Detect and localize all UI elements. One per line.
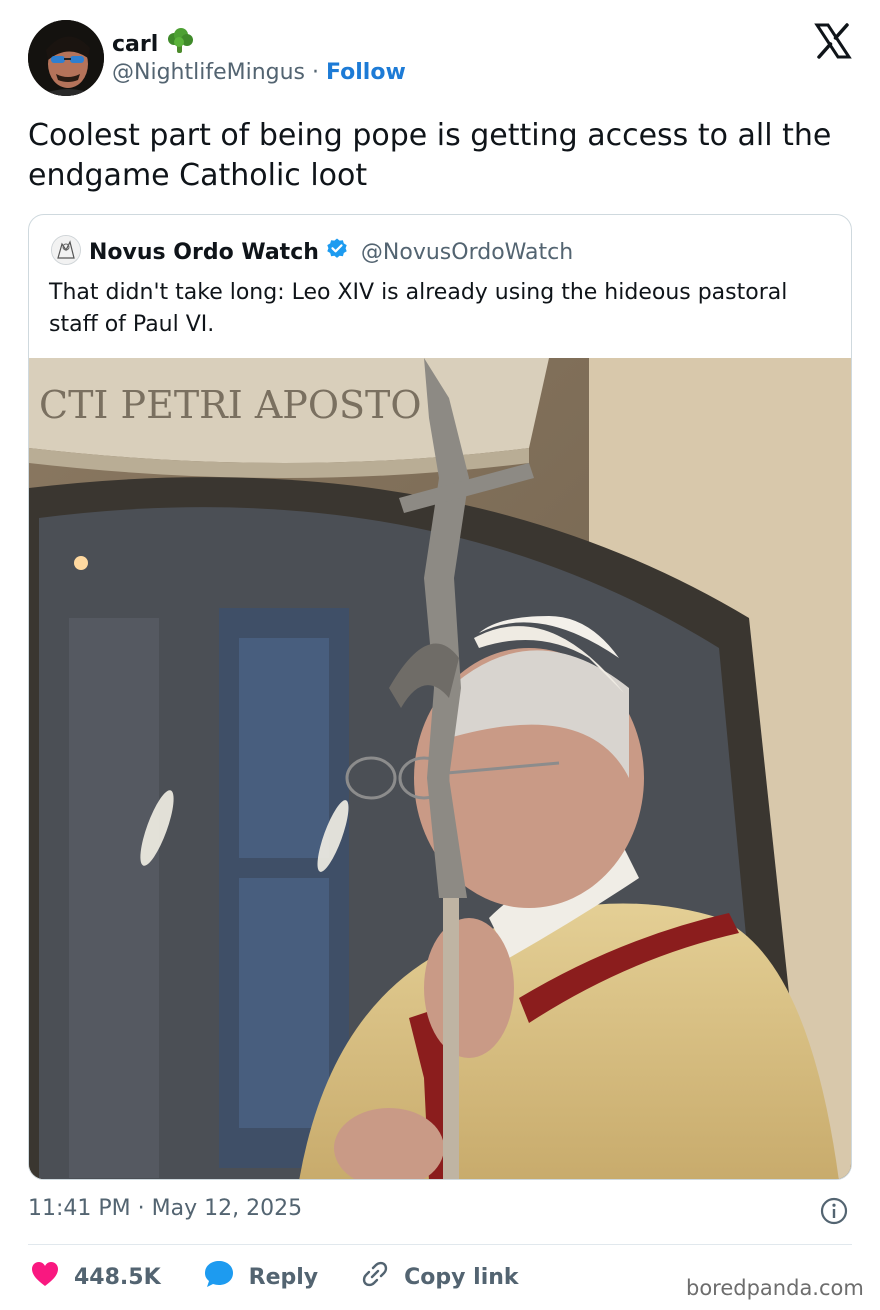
copy-link-button[interactable]: Copy link — [360, 1259, 519, 1295]
author-handle[interactable]: @NightlifeMingus — [112, 60, 305, 85]
divider — [28, 1244, 852, 1245]
author-avatar[interactable] — [28, 20, 104, 96]
author-name-row: carl — [112, 28, 194, 60]
reply-label: Reply — [248, 1264, 319, 1290]
like-count: 448.5K — [74, 1264, 161, 1290]
reply-button[interactable]: Reply — [203, 1259, 319, 1295]
follow-button[interactable]: Follow — [326, 60, 406, 85]
heart-icon — [30, 1260, 60, 1294]
author-handle-row: @NightlifeMingus · Follow — [112, 60, 406, 85]
quote-author-row: Novus Ordo Watch @NovusOrdoWatch — [89, 237, 573, 267]
tweet-text: Coolest part of being pope is getting ac… — [28, 118, 832, 193]
verified-badge-icon — [325, 237, 349, 267]
copy-link-label: Copy link — [404, 1264, 519, 1290]
author-name[interactable]: carl — [112, 32, 158, 57]
like-button[interactable]: 448.5K — [30, 1260, 161, 1294]
reply-bubble-icon — [203, 1259, 235, 1295]
quote-photo[interactable]: CTI PETRI APOSTO — [29, 358, 851, 1179]
info-icon[interactable] — [820, 1197, 848, 1225]
tweet-actions: 448.5K Reply Copy link — [30, 1259, 561, 1295]
quote-author-handle[interactable]: @NovusOrdoWatch — [361, 240, 573, 265]
broccoli-icon — [166, 28, 194, 60]
quote-author-name[interactable]: Novus Ordo Watch — [89, 240, 319, 265]
tweet-timestamp[interactable]: 11:41 PM · May 12, 2025 — [28, 1196, 302, 1221]
quote-author-avatar[interactable] — [51, 235, 81, 265]
x-logo-icon[interactable] — [814, 22, 852, 60]
quote-text: That didn't take long: Leo XIV is alread… — [49, 280, 788, 337]
separator-dot: · — [312, 60, 320, 85]
watermark: boredpanda.com — [686, 1276, 864, 1300]
photo-inscription: CTI PETRI APOSTO — [39, 383, 422, 427]
quoted-tweet-card[interactable]: Novus Ordo Watch @NovusOrdoWatch That di… — [28, 214, 852, 1180]
link-icon — [360, 1259, 390, 1295]
